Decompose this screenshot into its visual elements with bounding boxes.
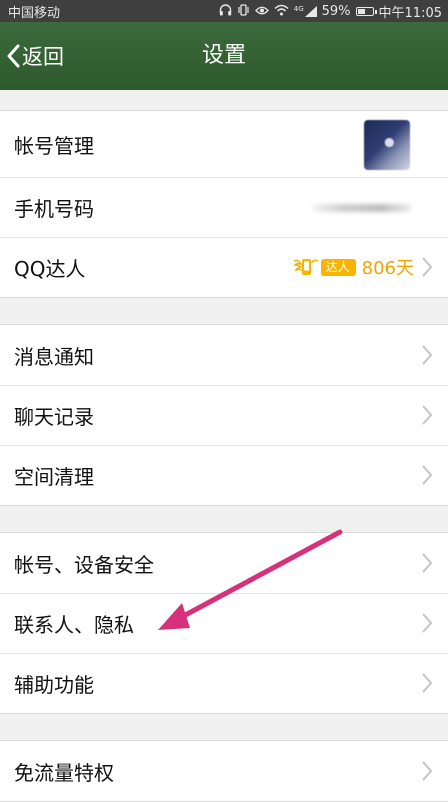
chevron-right-icon: [422, 761, 433, 781]
row-label: 帐号管理: [14, 133, 94, 158]
row-label: QQ达人: [14, 256, 86, 281]
daren-badge: 达人: [292, 256, 356, 278]
settings-group-security: 帐号、设备安全 联系人、隐私 辅助功能: [0, 532, 448, 714]
chevron-right-icon: [422, 673, 433, 693]
carrier-label: 中国移动: [8, 5, 61, 21]
row-account-device-security[interactable]: 帐号、设备安全: [0, 533, 448, 593]
headphones-icon: [219, 4, 232, 18]
row-account-management[interactable]: 帐号管理: [0, 111, 448, 177]
chevron-right-icon: [422, 553, 433, 573]
section-gap: [0, 298, 448, 324]
row-accessibility[interactable]: 辅助功能: [0, 653, 448, 713]
battery-icon: [355, 6, 377, 16]
row-label: 帐号、设备安全: [14, 552, 154, 577]
chevron-right-icon: [422, 257, 433, 277]
row-free-data-privilege[interactable]: 免流量特权: [0, 741, 448, 801]
nav-bar: 返回 设置: [0, 22, 448, 90]
section-gap: [0, 90, 448, 110]
row-label: 手机号码: [14, 196, 94, 221]
chevron-left-icon: [7, 44, 20, 68]
status-bar: 中国移动 4G 59% 中午11:05: [0, 0, 448, 22]
daren-badge-label: 达人: [320, 258, 356, 276]
section-gap: [0, 714, 448, 740]
row-label: 辅助功能: [14, 672, 94, 697]
section-gap: [0, 506, 448, 532]
row-storage-cleanup[interactable]: 空间清理: [0, 445, 448, 505]
clock: 中午11:05: [378, 5, 442, 21]
eye-icon: [254, 5, 269, 18]
page-title: 设置: [201, 43, 246, 68]
signal-icon: 4G: [293, 4, 317, 17]
chevron-right-icon: [422, 613, 433, 633]
daren-days: 806天: [361, 258, 414, 279]
row-chat-history[interactable]: 聊天记录: [0, 385, 448, 445]
vibrate-icon: [237, 4, 250, 18]
settings-group-extras: 免流量特权: [0, 740, 448, 802]
settings-group-account: 帐号管理 手机号码 QQ达人 达人 806天: [0, 110, 448, 298]
settings-group-messages: 消息通知 聊天记录 空间清理: [0, 324, 448, 506]
avatar: [364, 120, 410, 170]
chevron-right-icon: [422, 405, 433, 425]
wifi-icon: [274, 4, 289, 18]
winged-phone-icon: [292, 259, 318, 275]
battery-percent: 59%: [321, 3, 351, 19]
row-message-notifications[interactable]: 消息通知: [0, 325, 448, 385]
masked-phone-number: [312, 204, 412, 212]
network-type-label: 4G: [293, 4, 304, 13]
chevron-right-icon: [422, 345, 433, 365]
row-contacts-privacy[interactable]: 联系人、隐私: [0, 593, 448, 653]
settings-list: 帐号管理 手机号码 QQ达人 达人 806天 消息通知 聊天记录 空间清理 帐号…: [0, 90, 448, 802]
row-label: 消息通知: [14, 344, 94, 369]
back-button[interactable]: 返回: [6, 22, 64, 90]
status-icons: 4G 59% 中午11:05: [219, 2, 442, 21]
row-label: 免流量特权: [14, 760, 114, 785]
row-label: 联系人、隐私: [14, 612, 134, 637]
row-qq-daren[interactable]: QQ达人 达人 806天: [0, 237, 448, 297]
chevron-right-icon: [422, 465, 433, 485]
row-label: 空间清理: [14, 464, 94, 489]
daren-status: 达人 806天: [292, 237, 414, 297]
row-label: 聊天记录: [14, 404, 94, 429]
row-phone-number[interactable]: 手机号码: [0, 177, 448, 237]
back-label: 返回: [22, 45, 64, 69]
